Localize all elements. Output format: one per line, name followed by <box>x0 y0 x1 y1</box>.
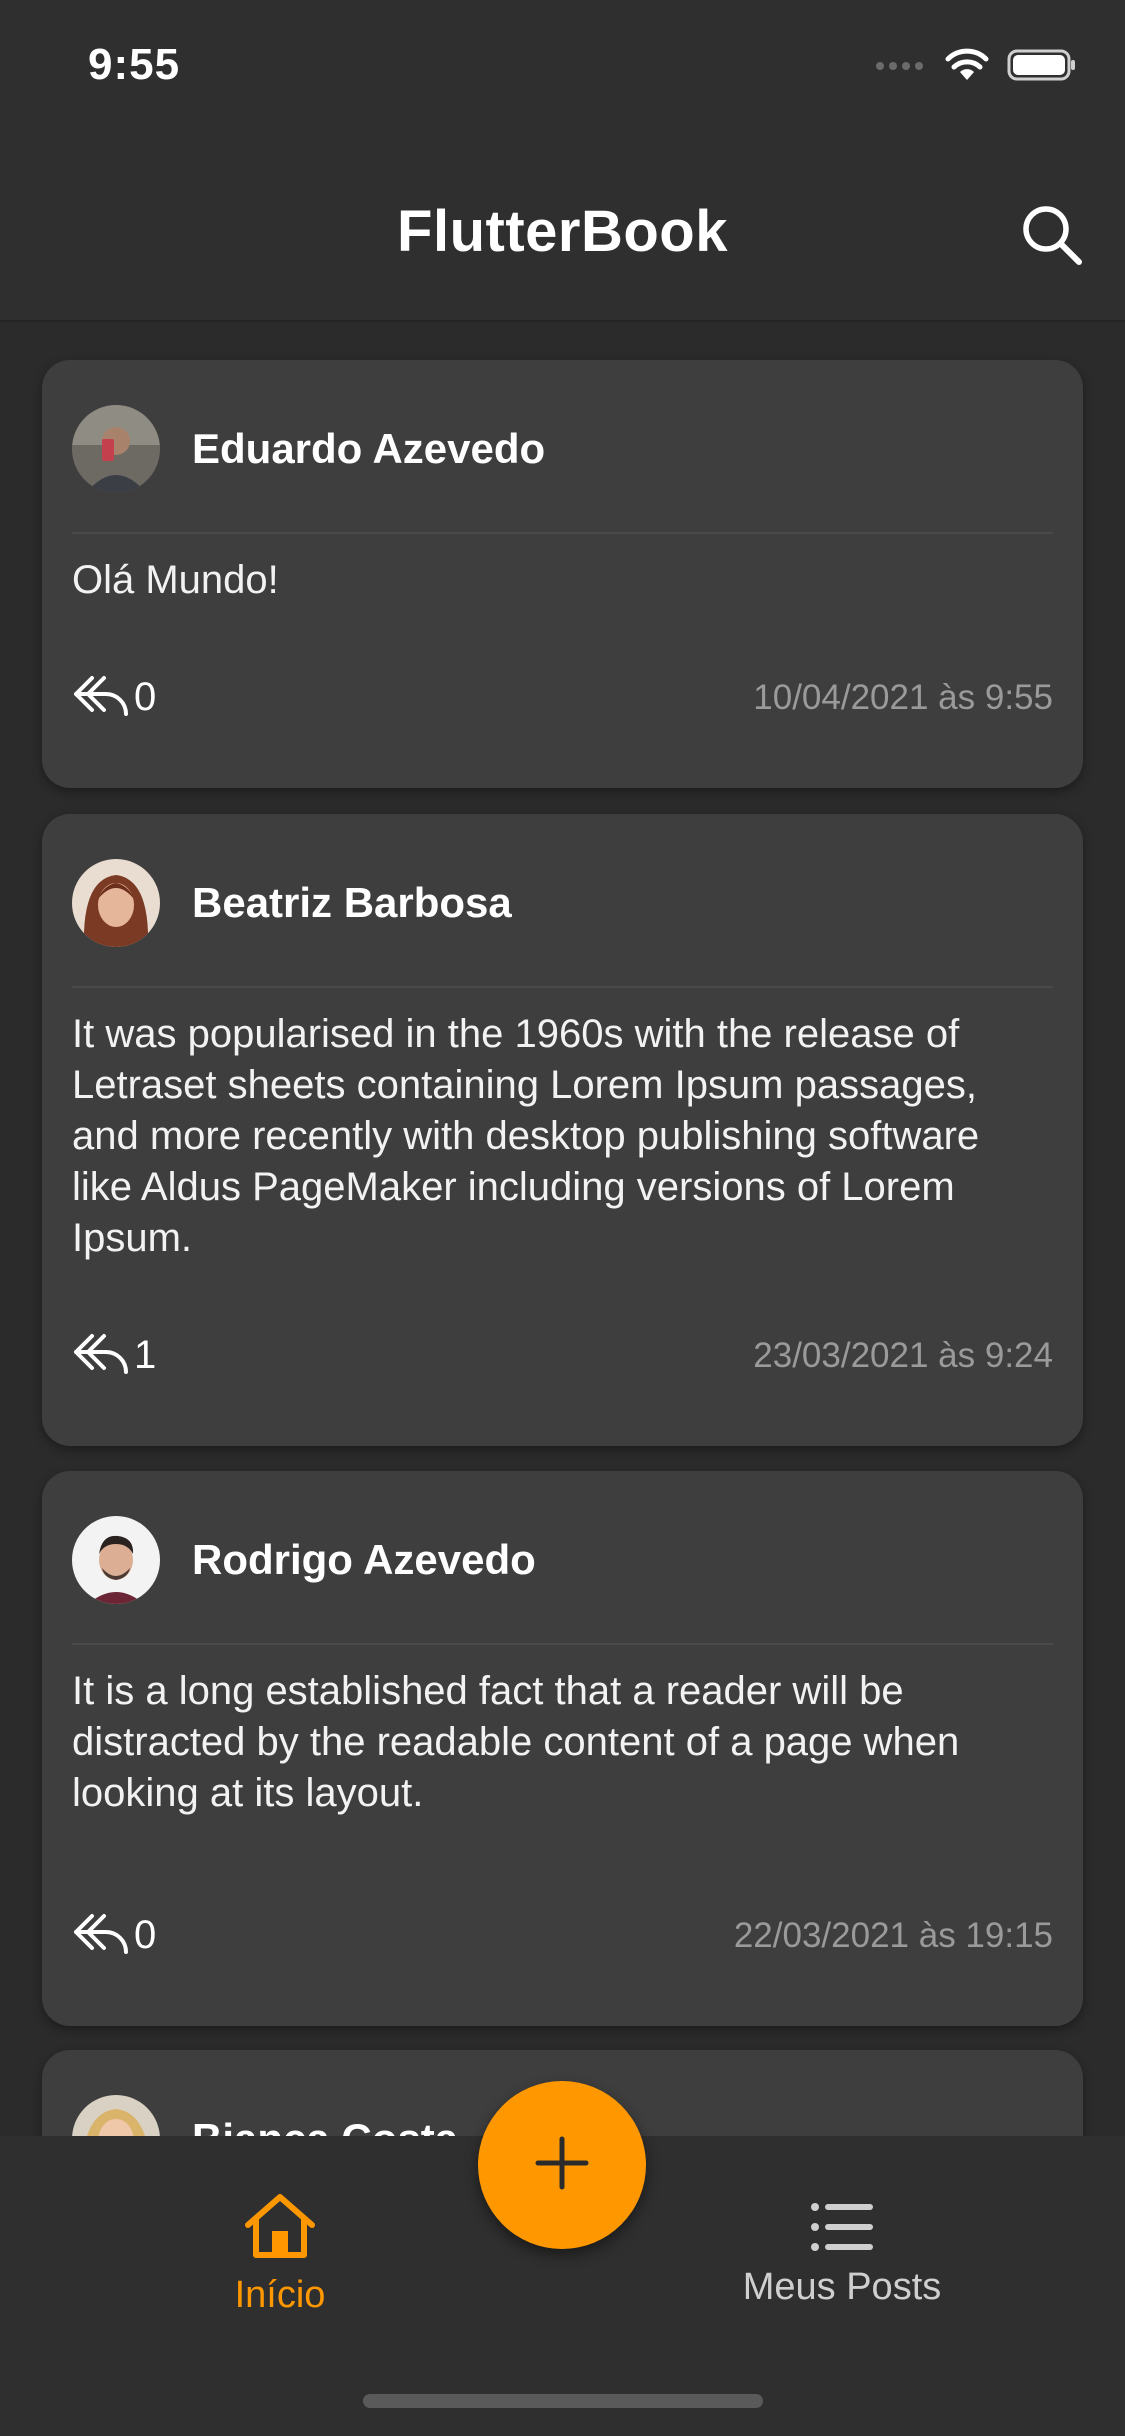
divider <box>72 532 1053 534</box>
reply-icon <box>72 670 130 725</box>
post-date: 10/04/2021 às 9:55 <box>753 677 1053 717</box>
post-card[interactable]: Eduardo Azevedo Olá Mundo! 0 10/04/2021 … <box>42 360 1083 788</box>
avatar <box>72 405 160 493</box>
reply-icon <box>72 1908 130 1963</box>
post-text: It was popularised in the 1960s with the… <box>72 1012 980 1260</box>
divider <box>72 986 1053 988</box>
reply-count: 0 <box>134 675 157 719</box>
status-icons <box>875 48 1077 87</box>
post-header: Rodrigo Azevedo <box>72 1516 536 1604</box>
status-bar: 9:55 <box>0 0 1125 140</box>
reply-button[interactable]: 1 <box>72 1328 156 1383</box>
post-header: Beatriz Barbosa <box>72 859 512 947</box>
post-author: Rodrigo Azevedo <box>192 1536 536 1583</box>
home-icon <box>242 2194 318 2265</box>
post-author: Beatriz Barbosa <box>192 879 512 926</box>
battery-icon <box>1007 48 1077 87</box>
reply-count: 0 <box>134 1913 157 1957</box>
reply-count: 1 <box>134 1333 157 1377</box>
post-footer: 1 23/03/2021 às 9:24 <box>72 1328 1053 1383</box>
post-card[interactable]: Rodrigo Azevedo It is a long established… <box>42 1471 1083 2026</box>
reply-icon <box>72 1328 130 1383</box>
add-post-button[interactable] <box>478 2081 646 2249</box>
post-card[interactable]: Beatriz Barbosa It was popularised in th… <box>42 814 1083 1446</box>
post-footer: 0 10/04/2021 às 9:55 <box>72 670 1053 725</box>
home-indicator <box>363 2394 763 2408</box>
search-button[interactable] <box>1019 202 1085 268</box>
post-text: It is a long established fact that a rea… <box>72 1669 960 1815</box>
post-text: Olá Mundo! <box>72 558 279 602</box>
post-date: 23/03/2021 às 9:24 <box>753 1335 1053 1375</box>
avatar <box>72 1516 160 1604</box>
reply-button[interactable]: 0 <box>72 1908 156 1963</box>
post-author: Eduardo Azevedo <box>192 425 546 472</box>
app-bar: FlutterBook <box>0 140 1125 322</box>
post-footer: 0 22/03/2021 às 19:15 <box>72 1908 1053 1963</box>
status-time: 9:55 <box>88 40 181 89</box>
post-header: Eduardo Azevedo <box>72 405 545 493</box>
app-title: FlutterBook <box>397 199 728 264</box>
wifi-icon <box>945 48 989 87</box>
divider <box>72 1643 1053 1645</box>
nav-label-inicio: Início <box>234 2274 326 2316</box>
nav-item-inicio[interactable]: Início <box>130 2191 430 2317</box>
nav-item-meus-posts[interactable]: Meus Posts <box>692 2201 992 2309</box>
plus-icon <box>534 2135 590 2196</box>
signal-icon <box>875 58 927 77</box>
nav-label-meus-posts: Meus Posts <box>742 2266 942 2308</box>
reply-button[interactable]: 0 <box>72 670 156 725</box>
search-icon <box>1019 206 1085 272</box>
avatar <box>72 859 160 947</box>
list-icon <box>809 2203 875 2257</box>
post-date: 22/03/2021 às 19:15 <box>733 1915 1053 1955</box>
